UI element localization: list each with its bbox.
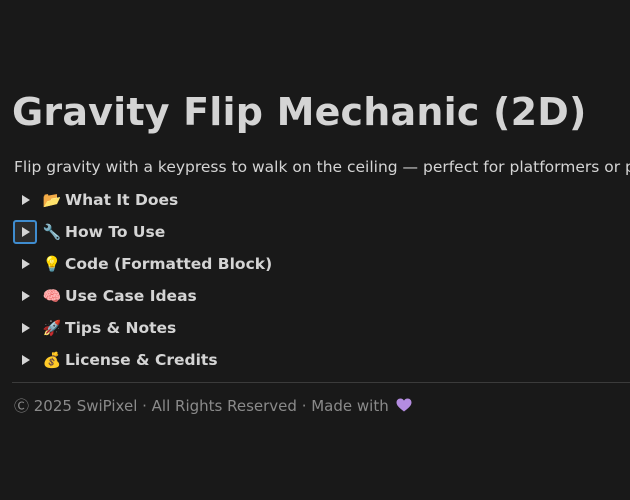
- rocket-icon: 🚀: [42, 319, 62, 337]
- expand-arrow-button[interactable]: [13, 188, 37, 212]
- lightbulb-icon: 💡: [42, 255, 62, 273]
- triangle-right-icon: [22, 227, 30, 237]
- triangle-right-icon: [22, 355, 30, 365]
- toggle-license-credits[interactable]: 💰 License & Credits: [12, 344, 630, 376]
- toggle-what-it-does[interactable]: 📂 What It Does: [12, 184, 630, 216]
- wrench-icon: 🔧: [42, 223, 62, 241]
- expand-arrow-button[interactable]: [13, 252, 37, 276]
- folder-icon: 📂: [42, 191, 62, 209]
- toggle-label: Use Case Ideas: [65, 287, 197, 305]
- brain-icon: 🧠: [42, 287, 62, 305]
- footer: Ⓒ 2025 SwiPixel · All Rights Reserved · …: [14, 396, 412, 416]
- toggle-use-case-ideas[interactable]: 🧠 Use Case Ideas: [12, 280, 630, 312]
- expand-arrow-button[interactable]: [13, 284, 37, 308]
- toggle-label: License & Credits: [65, 351, 218, 369]
- triangle-right-icon: [22, 323, 30, 333]
- triangle-right-icon: [22, 291, 30, 301]
- toggle-code[interactable]: 💡 Code (Formatted Block): [12, 248, 630, 280]
- expand-arrow-button[interactable]: [13, 348, 37, 372]
- expand-arrow-button[interactable]: [13, 220, 37, 244]
- divider: [12, 382, 630, 383]
- page-description: Flip gravity with a keypress to walk on …: [14, 158, 630, 176]
- toggle-label: How To Use: [65, 223, 166, 241]
- triangle-right-icon: [22, 259, 30, 269]
- money-bag-icon: 💰: [42, 351, 62, 369]
- purple-heart-icon: [396, 398, 411, 412]
- expand-arrow-button[interactable]: [13, 316, 37, 340]
- triangle-right-icon: [22, 195, 30, 205]
- toggle-how-to-use[interactable]: 🔧 How To Use: [12, 216, 630, 248]
- toggle-tips-notes[interactable]: 🚀 Tips & Notes: [12, 312, 630, 344]
- footer-text: Ⓒ 2025 SwiPixel · All Rights Reserved · …: [14, 397, 389, 415]
- toggle-label: What It Does: [65, 191, 179, 209]
- toggle-label: Tips & Notes: [65, 319, 177, 337]
- toggle-label: Code (Formatted Block): [65, 255, 273, 273]
- page-title: Gravity Flip Mechanic (2D): [12, 90, 587, 134]
- toggle-list: 📂 What It Does 🔧 How To Use 💡 Code (Form…: [12, 184, 630, 376]
- page: Gravity Flip Mechanic (2D) Flip gravity …: [0, 0, 630, 500]
